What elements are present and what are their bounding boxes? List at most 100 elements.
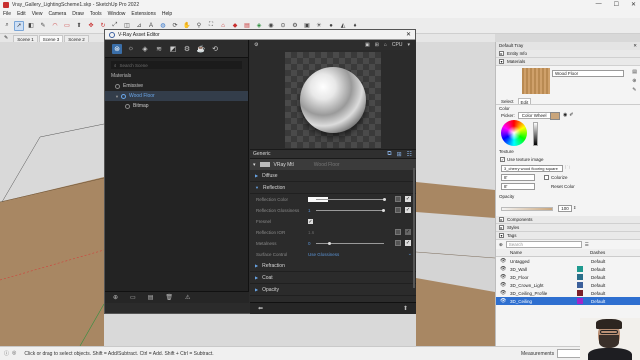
tag-row[interactable]: 👁 3D_Wall Default [496,265,640,273]
section-opacity[interactable]: ▶ Opacity [250,284,416,296]
minimize-button[interactable]: — [596,1,602,8]
glossiness-slider[interactable] [316,210,384,211]
material-name-field[interactable]: Wood Floor [552,70,624,77]
texture-slot-icon[interactable] [395,196,401,202]
tag-color-swatch[interactable] [577,258,583,264]
opacity-value-field[interactable]: 100 [558,205,572,212]
texture-height-field[interactable]: 8' [501,183,535,190]
texture-file-field[interactable]: 3_cherry wood flooring square [501,165,563,172]
tag-color-swatch[interactable] [577,298,583,304]
texture-slot-icon[interactable] [395,240,401,246]
visibility-eye-icon[interactable]: 👁 [500,274,508,280]
surface-control-dropdown[interactable]: Use Glossiness [308,252,339,257]
line-tool-icon[interactable]: ✎ [38,21,48,31]
opacity-slider[interactable] [501,207,553,211]
tab-select[interactable]: Select [499,98,516,104]
display-secondary-icon[interactable]: ▤ [632,69,637,75]
menu-camera[interactable]: Camera [48,11,66,17]
menu-extensions[interactable]: Extensions [131,11,155,17]
tag-row[interactable]: 👁 3D_Ceiling_Profile Default [496,289,640,297]
scrollbar[interactable] [413,168,415,288]
textures-tab-icon[interactable]: ≋ [154,44,164,54]
visibility-eye-icon[interactable]: 👁 [500,282,508,288]
texture-width-field[interactable]: 8' [501,174,535,181]
scene-tab-1[interactable]: Scene 1 [13,35,38,42]
menu-draw[interactable]: Draw [72,11,84,17]
search-icon[interactable]: ⌕ [2,21,12,31]
tag-dashes[interactable]: Default [591,275,605,280]
metalness-slider[interactable] [316,243,384,244]
geolocation-icon[interactable]: ◎ [12,350,16,357]
slider-knob[interactable] [382,209,385,212]
geometry-tab-icon[interactable]: ◈ [140,44,150,54]
menu-tools[interactable]: Tools [90,11,102,17]
interactive-render-icon[interactable]: ⟲ [210,44,220,54]
section-diffuse[interactable]: ▶ Diffuse [250,170,416,182]
col-name[interactable]: Name [510,249,590,256]
col-dashes[interactable]: Dashes [590,249,605,256]
menu-file[interactable]: File [3,11,11,17]
info-icon[interactable]: ⓘ [4,350,9,357]
fresnel-checkbox[interactable]: ✓ [308,219,313,225]
opacity-stepper-icon[interactable]: ⇕ [573,205,576,210]
tag-dashes[interactable]: Default [591,291,605,296]
delete-icon[interactable]: 🗑 [165,294,173,301]
tree-icon[interactable]: ⊞ [397,151,402,158]
add-tag-icon[interactable]: ⊕ [499,242,503,248]
menu-window[interactable]: Window [108,11,126,17]
tag-color-swatch[interactable] [577,274,583,280]
colorize-checkbox[interactable] [544,175,549,180]
settings-tab-icon[interactable]: ⚙ [182,44,192,54]
glossiness-value[interactable]: 1 [308,208,311,213]
section-refraction[interactable]: ▶ Refraction [250,260,416,272]
picker-dropdown[interactable]: Color Wheel [517,112,551,119]
open-file-icon[interactable]: ▭ [130,294,136,301]
push-pull-icon[interactable]: ⬆ [74,21,84,31]
render-elements-tab-icon[interactable]: ◩ [168,44,178,54]
create-material-icon[interactable]: ⊕ [632,78,637,84]
material-item-emissive[interactable]: Emissive [105,81,248,91]
expand-arrow-icon[interactable]: ▼ [115,94,119,99]
tag-color-swatch[interactable] [577,282,583,288]
tag-row[interactable]: 👁 3D_Ceiling Default [496,297,640,305]
eyedropper-icon[interactable]: ✐ [569,112,573,118]
tag-dashes[interactable]: Default [591,283,605,288]
visibility-eye-icon[interactable]: 👁 [500,298,508,304]
tag-row[interactable]: 👁 Untagged Default [496,257,640,265]
hierarchy-icon[interactable]: ☷ [407,151,412,158]
select-tool-icon[interactable]: ➚ [14,20,24,31]
up-arrow-icon[interactable]: ⬆ [403,305,408,312]
close-icon[interactable]: ✕ [633,42,637,50]
reflection-color-slider[interactable] [316,199,384,200]
enable-checkbox[interactable]: ✓ [405,207,411,213]
reset-color-button[interactable]: Reset Color [551,184,575,189]
materials-tab-icon[interactable]: ⊛ [112,43,122,54]
texture-slot-icon[interactable] [395,229,401,235]
add-material-icon[interactable]: ⊕ [113,294,118,301]
tag-color-swatch[interactable] [577,266,583,272]
brightness-slider[interactable] [533,122,538,146]
rectangle-tool-icon[interactable]: ▭ [62,21,72,31]
asset-search-input[interactable]: ⌕ Search Scene [111,61,242,69]
sample-paint-icon[interactable]: ✎ [632,87,637,93]
undo-color-icon[interactable]: ◉ [563,112,567,118]
scene-tab-2[interactable]: Scene 2 [64,35,89,42]
close-icon[interactable]: ✕ [406,31,411,38]
colorize-row[interactable]: Colorize [544,175,568,180]
slider-knob[interactable] [383,198,386,201]
chevron-down-icon[interactable]: ⌄ [408,251,412,257]
render-device-label[interactable]: CPU [392,42,403,48]
lights-tab-icon[interactable]: ☼ [126,44,136,54]
preview-grid-icon[interactable]: ⊞ [375,42,379,48]
tag-row[interactable]: 👁 3D_Crown_Light Default [496,281,640,289]
bitmap-item[interactable]: Bitmap [105,101,248,111]
expand-toggle-icon[interactable]: ▸ [499,225,504,230]
close-window-button[interactable]: ✕ [631,1,636,8]
visibility-eye-icon[interactable]: 👁 [500,258,508,264]
use-texture-row[interactable]: ✓ Use texture image [500,157,544,162]
use-texture-checkbox[interactable]: ✓ [500,157,505,162]
menu-help[interactable]: Help [162,11,172,17]
tags-search-input[interactable]: Search [505,241,582,248]
preview-settings-icon[interactable]: ⚙ [254,42,258,48]
texture-slot-icon[interactable] [395,207,401,213]
